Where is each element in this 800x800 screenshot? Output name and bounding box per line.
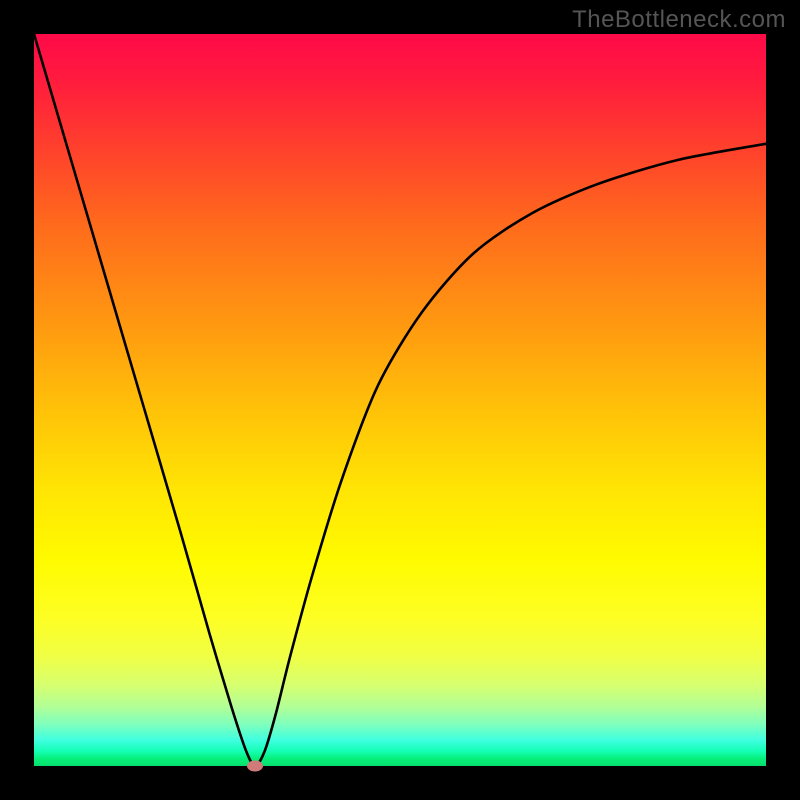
- plot-area: [34, 34, 766, 766]
- minimum-marker: [247, 761, 263, 772]
- watermark-text: TheBottleneck.com: [572, 6, 786, 34]
- chart-frame: TheBottleneck.com: [0, 0, 800, 800]
- bottleneck-curve: [34, 34, 766, 766]
